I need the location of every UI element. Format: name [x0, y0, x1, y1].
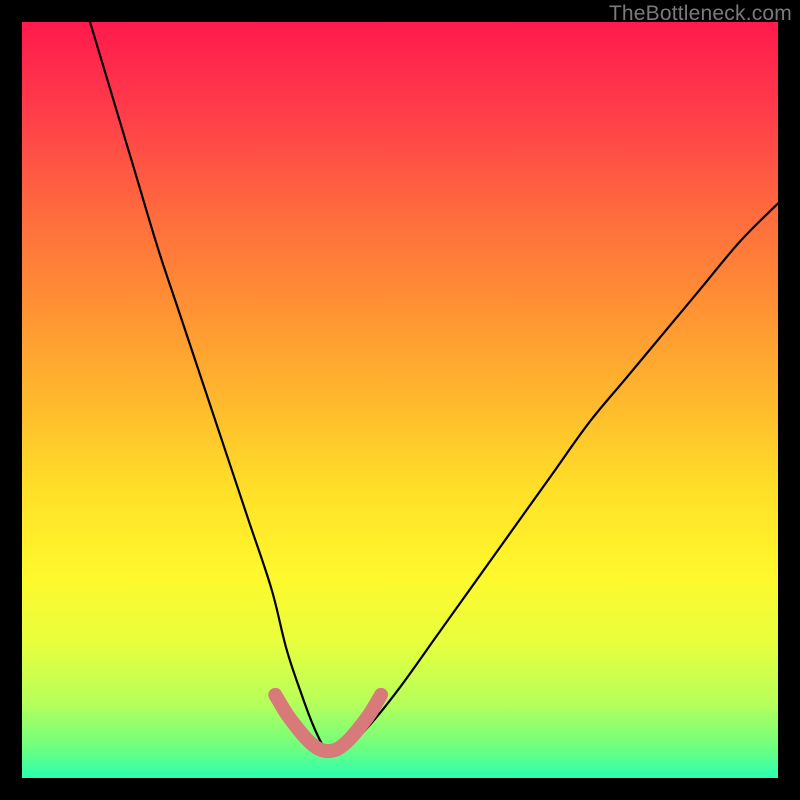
curve-main: [90, 22, 778, 755]
plot-area: [22, 22, 778, 778]
chart-svg: [22, 22, 778, 778]
bottleneck-curve-path: [90, 22, 778, 755]
chart-frame: TheBottleneck.com: [0, 0, 800, 800]
curve-highlight: [275, 695, 381, 751]
highlight-bottom-path: [275, 695, 381, 751]
